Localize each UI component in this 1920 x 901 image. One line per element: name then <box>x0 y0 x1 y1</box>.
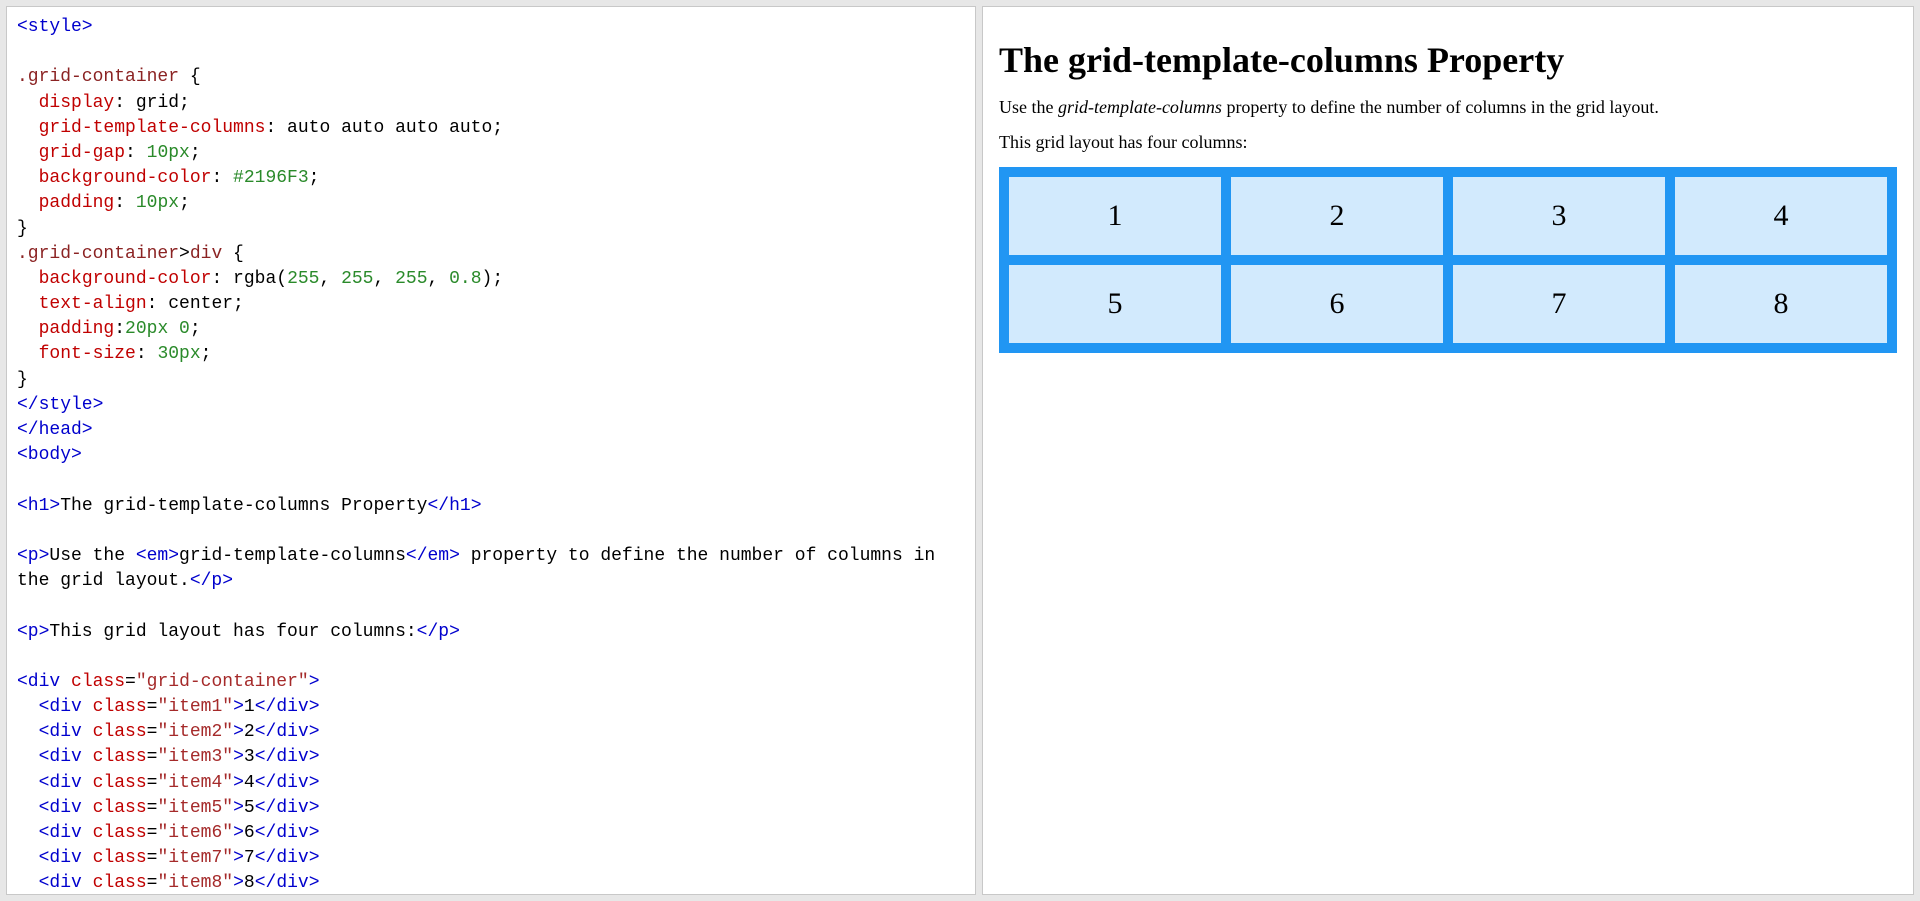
grid-cell: 5 <box>1009 265 1221 343</box>
grid-cell: 6 <box>1231 265 1443 343</box>
para1-em: grid-template-columns <box>1058 97 1222 117</box>
grid-cell: 7 <box>1453 265 1665 343</box>
preview-body: The grid-template-columns Property Use t… <box>983 7 1913 365</box>
code-text[interactable]: <style> .grid-container { display: grid;… <box>17 15 965 894</box>
grid-cell: 4 <box>1675 177 1887 255</box>
grid-cell: 2 <box>1231 177 1443 255</box>
preview-panel: The grid-template-columns Property Use t… <box>982 6 1914 895</box>
code-editor[interactable]: <style> .grid-container { display: grid;… <box>7 7 975 894</box>
grid-cell: 1 <box>1009 177 1221 255</box>
preview-paragraph-1: Use the grid-template-columns property t… <box>999 97 1897 118</box>
preview-heading: The grid-template-columns Property <box>999 39 1897 81</box>
code-editor-panel: <style> .grid-container { display: grid;… <box>6 6 976 895</box>
preview-paragraph-2: This grid layout has four columns: <box>999 132 1897 153</box>
grid-cell: 8 <box>1675 265 1887 343</box>
grid-cell: 3 <box>1453 177 1665 255</box>
para1-pre: Use the <box>999 97 1058 117</box>
grid-container: 1 2 3 4 5 6 7 8 <box>999 167 1897 353</box>
para1-post: property to define the number of columns… <box>1222 97 1659 117</box>
editor-workspace: <style> .grid-container { display: grid;… <box>0 0 1920 901</box>
